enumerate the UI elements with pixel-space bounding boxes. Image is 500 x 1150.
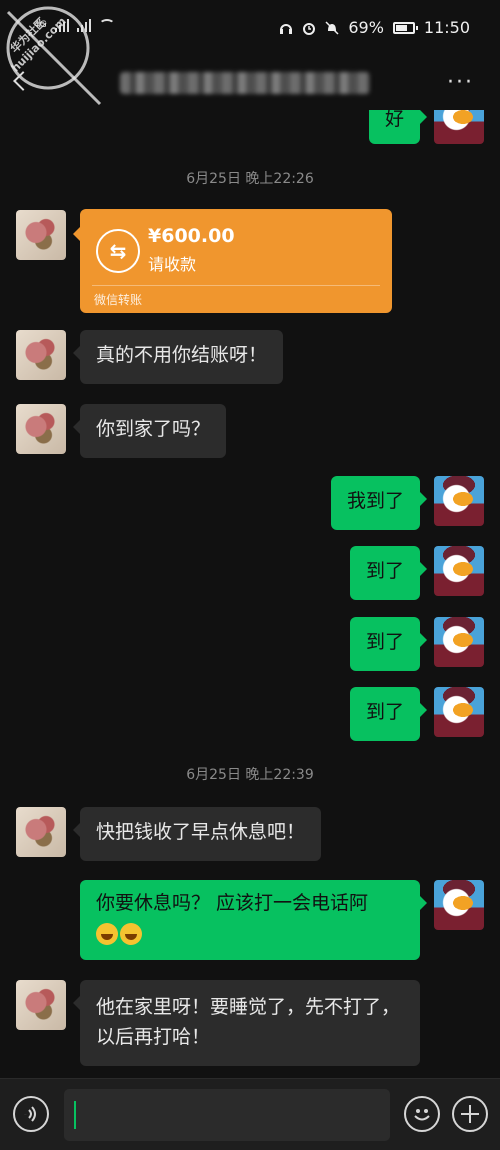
clock: 11:50 (423, 18, 470, 37)
signal-indicators: 4G (34, 18, 115, 32)
avatar-me[interactable] (434, 546, 484, 596)
battery-fill (395, 24, 407, 31)
message-bubble[interactable]: 他在家里呀！要睡觉了，先不打了，以后再打哈！ (73, 980, 420, 1066)
message-bubble[interactable]: 好 (368, 110, 428, 144)
avatar-me[interactable] (434, 617, 484, 667)
more-options-button[interactable]: ··· (447, 70, 474, 95)
signal-icon (54, 18, 69, 32)
message-bubble[interactable]: 到了 (349, 546, 428, 600)
alarm-icon (303, 22, 316, 35)
avatar-contact[interactable] (16, 980, 66, 1030)
chat-header: ··· (0, 58, 500, 110)
input-bar (0, 1078, 500, 1150)
message-input[interactable] (64, 1089, 390, 1141)
plus-glyph-icon (461, 1105, 479, 1123)
message-bubble[interactable]: 我到了 (330, 476, 428, 530)
timestamp: 6月25日 晚上22:26 (186, 171, 314, 187)
transfer-card[interactable]: ⇆ ¥600.00 请收款 微信转账 (73, 209, 392, 313)
status-bar: 4G 69% 11:50 (0, 0, 500, 58)
voice-wave-icon (24, 1106, 36, 1122)
message-bubble[interactable]: 你到家了吗？ (72, 404, 227, 458)
avatar-contact[interactable] (16, 330, 66, 380)
network-label: 4G (34, 20, 47, 30)
message-text: 你要休息吗？ 应该打一会电话阿 (96, 892, 369, 914)
message-outgoing: 好 (0, 110, 500, 150)
mute-icon (325, 20, 339, 35)
avatar-me[interactable] (434, 110, 484, 144)
text-caret (74, 1101, 76, 1129)
transfer-divider (92, 285, 380, 286)
laughing-emoji-icon (120, 922, 142, 945)
avatar-me[interactable] (434, 687, 484, 737)
message-bubble[interactable]: 真的不用你结账呀！ (72, 330, 284, 384)
chat-title-blurred (120, 72, 370, 94)
emoji-row (96, 918, 404, 948)
battery-percent: 69% (348, 18, 384, 37)
message-bubble[interactable]: 你要休息吗？ 应该打一会电话阿 (80, 880, 427, 960)
message-bubble[interactable]: 快把钱收了早点休息吧！ (72, 807, 322, 861)
signal-icon-2 (76, 18, 91, 32)
status-icons: 69% 11:50 (279, 18, 470, 37)
transfer-note: 请收款 (148, 255, 197, 274)
transfer-icon: ⇆ (96, 229, 140, 273)
wifi-icon (98, 19, 115, 31)
message-bubble[interactable]: 到了 (349, 617, 428, 671)
timestamp: 6月25日 晚上22:39 (186, 767, 314, 783)
avatar-me[interactable] (434, 880, 484, 930)
message-list[interactable]: 好 6月25日 晚上22:26 ⇆ ¥600.00 请收款 微信转账 真的不用你… (0, 110, 500, 1078)
transfer-amount: ¥600.00 (148, 225, 235, 247)
smiley-icon (414, 1109, 430, 1121)
avatar-contact[interactable] (16, 210, 66, 260)
emoji-icon[interactable] (404, 1096, 440, 1132)
avatar-me[interactable] (434, 476, 484, 526)
message-bubble[interactable]: 到了 (349, 687, 428, 741)
avatar-contact[interactable] (16, 404, 66, 454)
plus-icon[interactable] (452, 1096, 488, 1132)
headphones-icon (280, 23, 293, 34)
battery-icon (392, 21, 418, 34)
transfer-footer: 微信转账 (94, 293, 143, 307)
back-arrow-icon[interactable] (13, 71, 33, 91)
laughing-emoji-icon (96, 922, 118, 945)
voice-icon[interactable] (13, 1096, 49, 1132)
avatar-contact[interactable] (16, 807, 66, 857)
